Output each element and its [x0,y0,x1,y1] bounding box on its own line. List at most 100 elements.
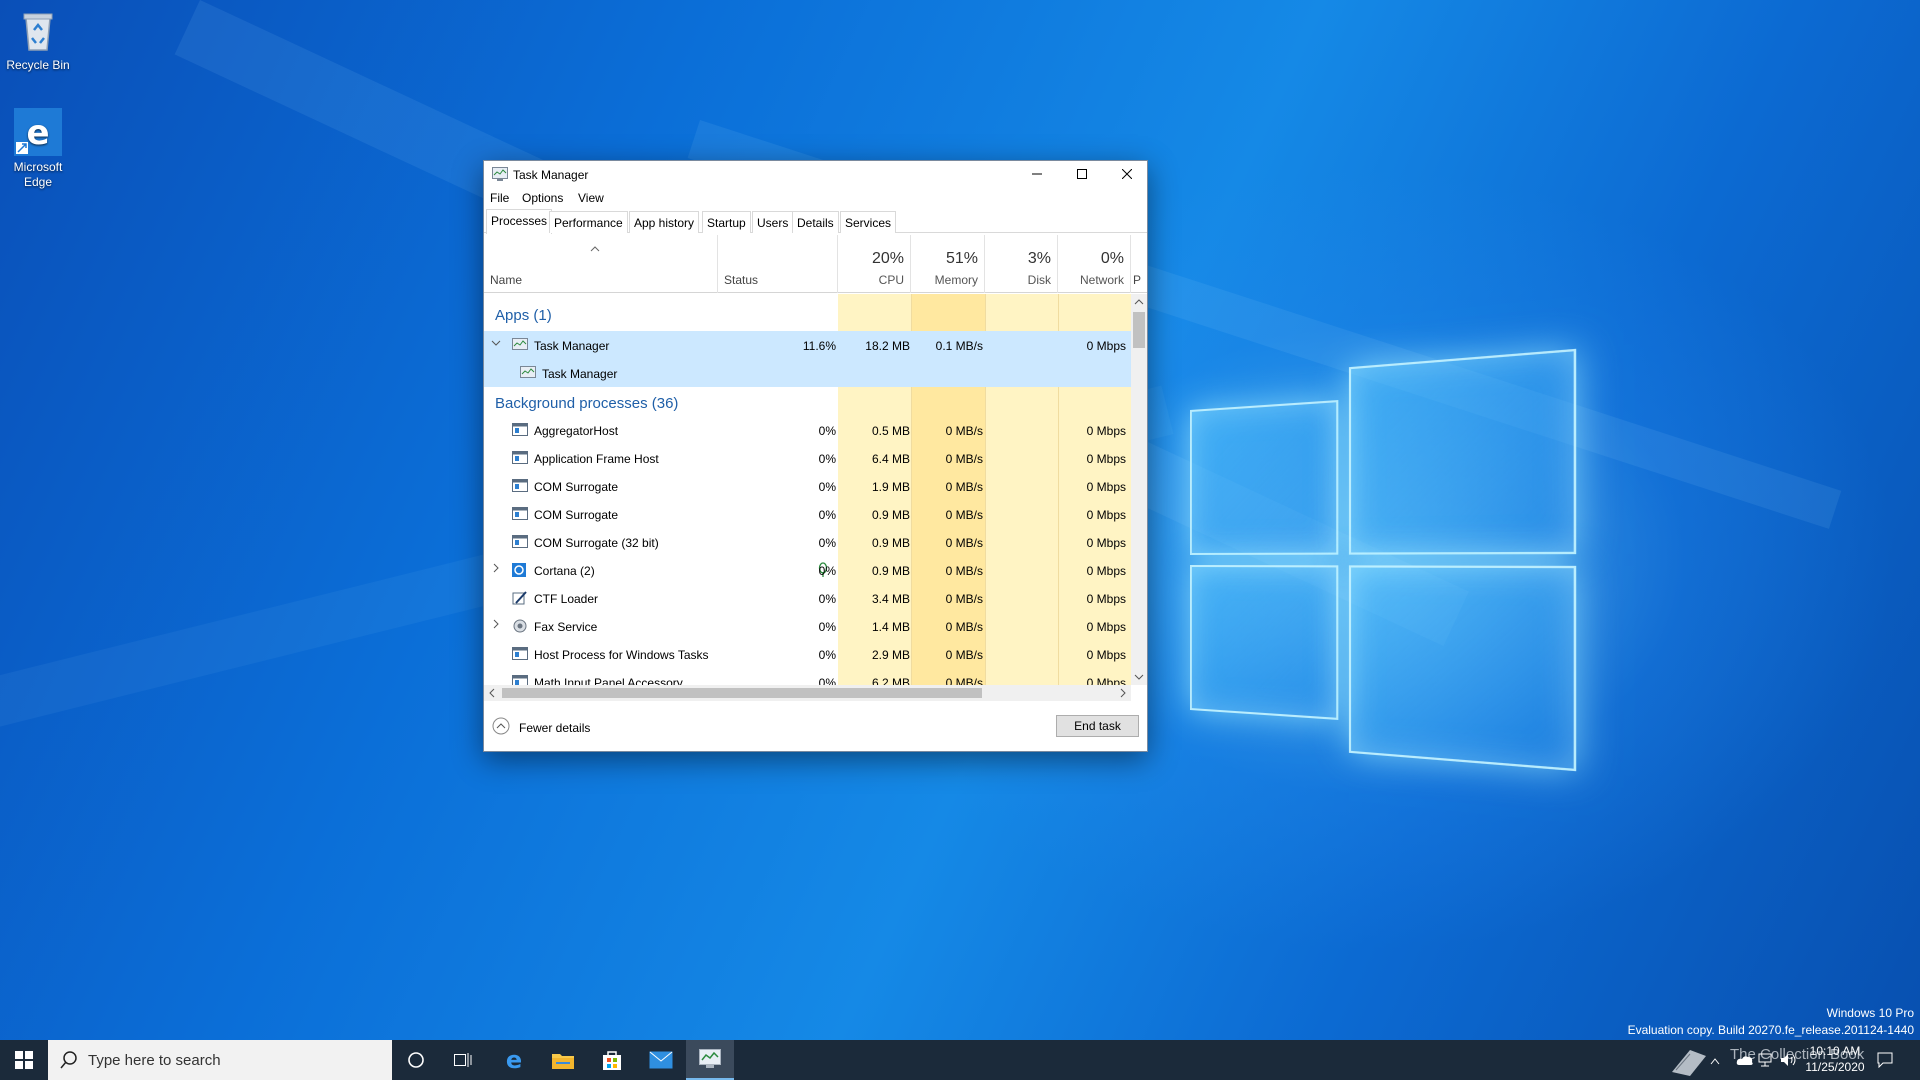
network-value: 0 Mbps [1086,564,1126,578]
menu-file[interactable]: File [490,191,509,205]
tab-app-history[interactable]: App history [629,211,700,233]
table-row[interactable]: Math Input Panel Accessory 0% 6.2 MB 0 MB/s… [484,668,1131,685]
task-manager-icon [699,1049,721,1068]
disk-value: 0 MB/s [945,676,983,685]
process-icon [512,423,528,437]
cortana-button[interactable] [392,1040,440,1080]
column-header-name[interactable]: Name [484,235,718,293]
disk-value: 0 MB/s [945,480,983,494]
close-button[interactable] [1104,161,1149,187]
column-header-network[interactable]: 0% Network [1058,235,1131,293]
maximize-button[interactable] [1059,161,1104,187]
memory-value: 6.2 MB [871,676,910,685]
svg-text:e: e [506,1048,522,1072]
column-header-power[interactable]: P [1131,235,1147,293]
task-manager-icon [492,167,508,181]
chevron-right-icon[interactable] [491,619,501,631]
process-name: Fax Service [534,620,598,634]
network-value: 0 Mbps [1086,424,1126,438]
chevron-down-icon[interactable] [491,338,501,350]
search-box[interactable]: Type here to search [48,1040,392,1080]
desktop-icon-recycle-bin[interactable]: Recycle Bin [0,6,76,73]
table-row[interactable]: AggregatorHost 0% 0.5 MB 0 MB/s 0 Mbps [484,416,1131,444]
chevron-right-icon[interactable] [491,563,501,575]
network-value: 0 Mbps [1086,592,1126,606]
table-row[interactable]: Application Frame Host 0% 6.4 MB 0 MB/s 0 Mb… [484,444,1131,472]
disk-value: 0 MB/s [945,536,983,550]
group-background: Background processes (36) [495,395,679,412]
cpu-value: 11.6% [802,339,836,353]
cpu-value: 0% [818,564,836,578]
menu-options[interactable]: Options [522,191,563,205]
task-manager-icon [520,366,536,380]
process-name: Host Process for Windows Tasks [534,648,709,662]
fewer-details-button[interactable]: Fewer details [492,717,590,738]
menu-view[interactable]: View [578,191,604,205]
onedrive-icon[interactable] [1736,1054,1754,1069]
taskbar-task-manager[interactable] [686,1040,734,1080]
table-row[interactable]: CTF Loader 0% 3.4 MB 0 MB/s 0 Mbps [484,584,1131,612]
table-row[interactable]: Task Manager 11.6% 18.2 MB 0.1 MB/s 0 Mb… [484,331,1131,359]
tab-strip: Processes Performance App history Startu… [484,209,1147,234]
cpu-value: 0% [818,592,836,606]
minimize-button[interactable] [1014,161,1059,187]
taskbar-store[interactable] [588,1040,636,1080]
cpu-value: 0% [818,676,836,685]
show-hidden-icons-icon[interactable] [1710,1054,1720,1068]
column-header-memory[interactable]: 51% Memory [911,235,985,293]
system-clock[interactable]: 10:10 AM 11/25/2020 [1790,1043,1880,1075]
table-row[interactable]: COM Surrogate (32 bit) 0% 0.9 MB 0 MB/s 0 Mb… [484,528,1131,556]
table-row[interactable]: COM Surrogate 0% 1.9 MB 0 MB/s 0 Mbps [484,472,1131,500]
memory-value: 0.9 MB [871,508,910,522]
recycle-bin-icon [14,6,62,54]
desktop-icon-edge[interactable]: e Microsoft Edge [0,108,76,190]
table-row[interactable]: COM Surrogate 0% 0.9 MB 0 MB/s 0 Mbps [484,500,1131,528]
memory-value: 1.4 MB [871,620,910,634]
windows-start-icon [15,1051,33,1069]
tab-details[interactable]: Details [792,211,839,233]
action-center-icon[interactable] [1877,1052,1893,1071]
cpu-value: 0% [818,480,836,494]
cpu-value: 0% [818,648,836,662]
title-bar[interactable]: Task Manager [484,161,1147,187]
desktop-icon-label: Recycle Bin [6,58,70,72]
memory-value: 2.9 MB [871,648,910,662]
table-row[interactable]: Cortana (2) 0% 0.9 MB 0 MB/s 0 Mbps [484,556,1131,584]
memory-value: 1.9 MB [871,480,910,494]
vertical-scrollbar[interactable] [1131,294,1147,685]
task-view-icon [454,1053,472,1067]
column-header-disk[interactable]: 3% Disk [985,235,1058,293]
tab-services[interactable]: Services [840,211,897,233]
column-header-status[interactable]: Status [718,235,838,293]
tray-collection-book-logo [1668,1046,1710,1079]
taskbar-file-explorer[interactable] [539,1040,587,1080]
cortana-icon [512,563,528,577]
process-icon [512,479,528,493]
task-view-button[interactable] [440,1040,488,1080]
process-name: AggregatorHost [534,424,619,438]
network-icon[interactable] [1758,1052,1774,1071]
table-row[interactable]: Fax Service 0% 1.4 MB 0 MB/s 0 Mbps [484,612,1131,640]
process-icon [512,451,528,465]
horizontal-scrollbar[interactable] [484,685,1131,701]
taskbar-edge[interactable]: e [490,1040,538,1080]
column-header-cpu[interactable]: 20% CPU [838,235,911,293]
taskbar-mail[interactable] [637,1040,685,1080]
tab-users[interactable]: Users [752,211,794,233]
network-value: 0 Mbps [1086,339,1126,353]
table-row[interactable]: Host Process for Windows Tasks 0% 2.9 MB 0 … [484,640,1131,668]
footer: Fewer details End task [484,703,1147,751]
table-row-child[interactable]: Task Manager [484,359,1131,387]
memory-value: 3.4 MB [871,592,910,606]
network-value: 0 Mbps [1086,480,1126,494]
tab-performance[interactable]: Performance [549,211,628,233]
start-button[interactable] [0,1040,48,1080]
tab-processes[interactable]: Processes [486,209,553,234]
end-task-button[interactable]: End task [1056,715,1139,737]
memory-value: 18.2 MB [865,339,910,353]
network-value: 0 Mbps [1086,648,1126,662]
windows-logo-wallpaper [1190,348,1583,772]
memory-value: 6.4 MB [871,452,910,466]
cpu-value: 0% [818,536,836,550]
tab-startup[interactable]: Startup [702,211,751,233]
